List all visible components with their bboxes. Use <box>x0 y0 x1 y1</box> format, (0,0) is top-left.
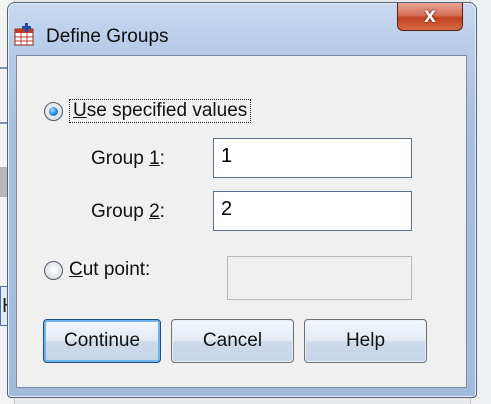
close-icon: x <box>424 4 436 27</box>
close-button[interactable]: x <box>397 3 463 31</box>
use-specified-values-option[interactable]: Use specified values <box>44 99 252 123</box>
cancel-button[interactable]: Cancel <box>171 319 294 363</box>
cut-point-input[interactable] <box>227 256 412 300</box>
dialog-body: Use specified values Group 1: 1 Group 2:… <box>16 55 467 388</box>
help-button[interactable]: Help <box>304 319 427 363</box>
use-specified-values-label: Use specified values <box>69 99 252 123</box>
group1-input[interactable]: 1 <box>213 138 412 178</box>
group1-label: Group 1: <box>91 148 165 169</box>
group2-label: Group 2: <box>91 201 165 222</box>
cut-point-label: Cut point: <box>69 259 151 280</box>
cut-point-radio[interactable] <box>44 260 63 280</box>
group2-input[interactable]: 2 <box>213 191 412 231</box>
cut-point-option[interactable]: Cut point: <box>44 259 150 281</box>
title-bar[interactable]: Define Groups x <box>8 3 476 47</box>
define-groups-dialog: Define Groups x Use specified values Gro… <box>7 2 477 398</box>
spss-app-icon <box>14 23 34 46</box>
use-specified-values-radio[interactable] <box>44 101 63 121</box>
dialog-title: Define Groups <box>46 26 169 47</box>
continue-button[interactable]: Continue <box>43 319 161 363</box>
